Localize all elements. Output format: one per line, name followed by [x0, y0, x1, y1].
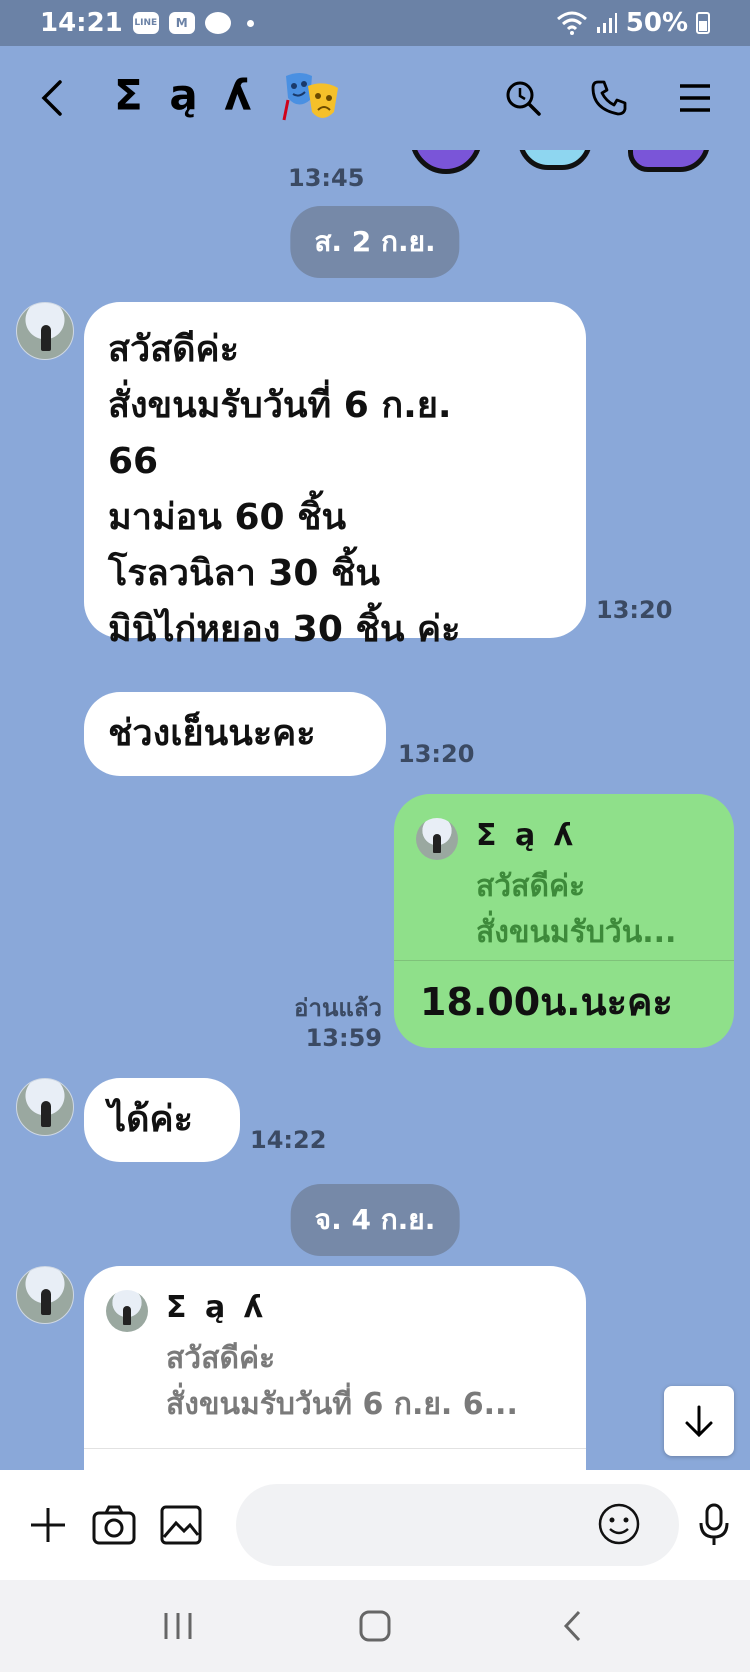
line-app-icon: LINE [132, 12, 159, 34]
gmail-icon: M [168, 12, 195, 34]
message-line: 66 [108, 441, 159, 482]
recents-button[interactable] [148, 1601, 208, 1651]
search-icon [506, 81, 541, 116]
system-nav-bar [0, 1580, 750, 1672]
reply-line: สั่งขนมรับวันที่ 6 ก.ย. 6... [166, 1387, 518, 1422]
call-button[interactable] [584, 73, 634, 123]
message-time: 13:45 [288, 164, 365, 192]
message-line: มาม่อน 60 ชิ้น [108, 497, 347, 538]
home-icon [359, 1610, 391, 1642]
nav-back-button[interactable] [542, 1601, 602, 1651]
add-button[interactable] [28, 1502, 68, 1548]
reply-line: สวัสดีค่ะ [476, 869, 586, 904]
date-separator: จ. 4 ก.ย. [290, 1184, 460, 1256]
reply-preview[interactable]: Σ ą ʎ สวัสดีค่ะ สั่งขนมรับวัน... [476, 808, 676, 956]
shopee-icon [204, 12, 231, 34]
scroll-to-bottom-button[interactable] [664, 1386, 734, 1456]
camera-icon [92, 1505, 136, 1545]
recents-icon [164, 1613, 192, 1639]
search-button[interactable] [498, 73, 548, 123]
back-button[interactable] [30, 68, 74, 128]
nav-back-icon [563, 1610, 580, 1642]
emoji-button[interactable] [596, 1501, 642, 1547]
message-bubble[interactable]: ช่วงเย็นนะคะ [84, 692, 386, 776]
home-button[interactable] [345, 1601, 405, 1651]
avatar[interactable] [16, 1266, 74, 1324]
voice-button[interactable] [697, 1502, 731, 1548]
plus-icon [31, 1508, 65, 1542]
message-line: สั่งขนมรับวันที่ 6 ก.ย. [108, 385, 452, 426]
reply-avatar [416, 818, 458, 860]
message-text: ช่วงเย็นนะคะ [108, 713, 316, 754]
reply-sender-name: Σ ą ʎ [166, 1290, 268, 1325]
message-time: 14:22 [250, 1126, 327, 1154]
chat-header: Σ ą ʎ [0, 46, 750, 150]
battery-icon [696, 12, 710, 34]
reply-line: สั่งขนมรับวัน... [476, 915, 677, 950]
reply-avatar [106, 1290, 148, 1332]
message-text: 18.00น.นะคะ [420, 980, 673, 1024]
battery-percent: 50% [625, 8, 688, 38]
avatar[interactable] [16, 1078, 74, 1136]
message-line: สวัสดีค่ะ [108, 329, 239, 370]
notification-dot-icon [246, 19, 254, 27]
avatar[interactable] [16, 302, 74, 360]
status-time: 14:21 [40, 8, 123, 38]
signal-icon [596, 13, 617, 33]
message-text: ได้ค่ะ [108, 1099, 193, 1140]
reply-sender-name: Σ ą ʎ [476, 818, 578, 853]
camera-button[interactable] [92, 1502, 136, 1548]
reply-divider [394, 960, 734, 961]
menu-button[interactable] [670, 73, 720, 123]
message-bubble[interactable]: ได้ค่ะ [84, 1078, 240, 1162]
emoji-icon [598, 1503, 640, 1545]
arrow-down-icon [685, 1405, 713, 1438]
phone-icon [591, 80, 627, 116]
menu-icon [680, 84, 710, 112]
message-bubble[interactable]: สวัสดีค่ะ สั่งขนมรับวันที่ 6 ก.ย. 66 มาม… [84, 302, 586, 650]
chat-title-text: Σ ą ʎ [114, 70, 258, 120]
reply-divider [84, 1448, 586, 1449]
back-icon [41, 80, 62, 116]
own-message-bubble[interactable]: Σ ą ʎ สวัสดีค่ะ สั่งขนมรับวัน... 18.00น.… [394, 794, 734, 1048]
microphone-icon [699, 1503, 729, 1545]
gallery-button[interactable] [160, 1502, 202, 1548]
message-line: โรลวนิลา 30 ชิ้น [108, 553, 381, 594]
theater-mask-icon [282, 73, 339, 121]
message-time: 13:20 [596, 596, 673, 624]
message-time: 13:59 [305, 1024, 382, 1052]
wifi-icon [556, 11, 587, 35]
chat-messages[interactable]: 13:45 ส. 2 ก.ย. สวัสดีค่ะ สั่งขนมรับวันท… [0, 150, 750, 1470]
message-line: มินิไก่หยอง 30 ชิ้น ค่ะ [108, 609, 461, 650]
image-icon [160, 1505, 202, 1545]
status-bar: 14:21 LINE M 50% [0, 0, 750, 46]
chat-title[interactable]: Σ ą ʎ [114, 70, 342, 126]
reply-preview[interactable]: Σ ą ʎ สวัสดีค่ะ สั่งขนมรับวันที่ 6 ก.ย. … [166, 1280, 518, 1428]
message-bubble[interactable]: Σ ą ʎ สวัสดีค่ะ สั่งขนมรับวันที่ 6 ก.ย. … [84, 1266, 586, 1470]
message-time: 13:20 [398, 740, 475, 768]
reply-line: สวัสดีค่ะ [166, 1341, 276, 1376]
date-separator: ส. 2 ก.ย. [290, 206, 460, 278]
read-receipt: อ่านแล้ว [294, 994, 382, 1022]
sticker-partial [410, 150, 710, 174]
